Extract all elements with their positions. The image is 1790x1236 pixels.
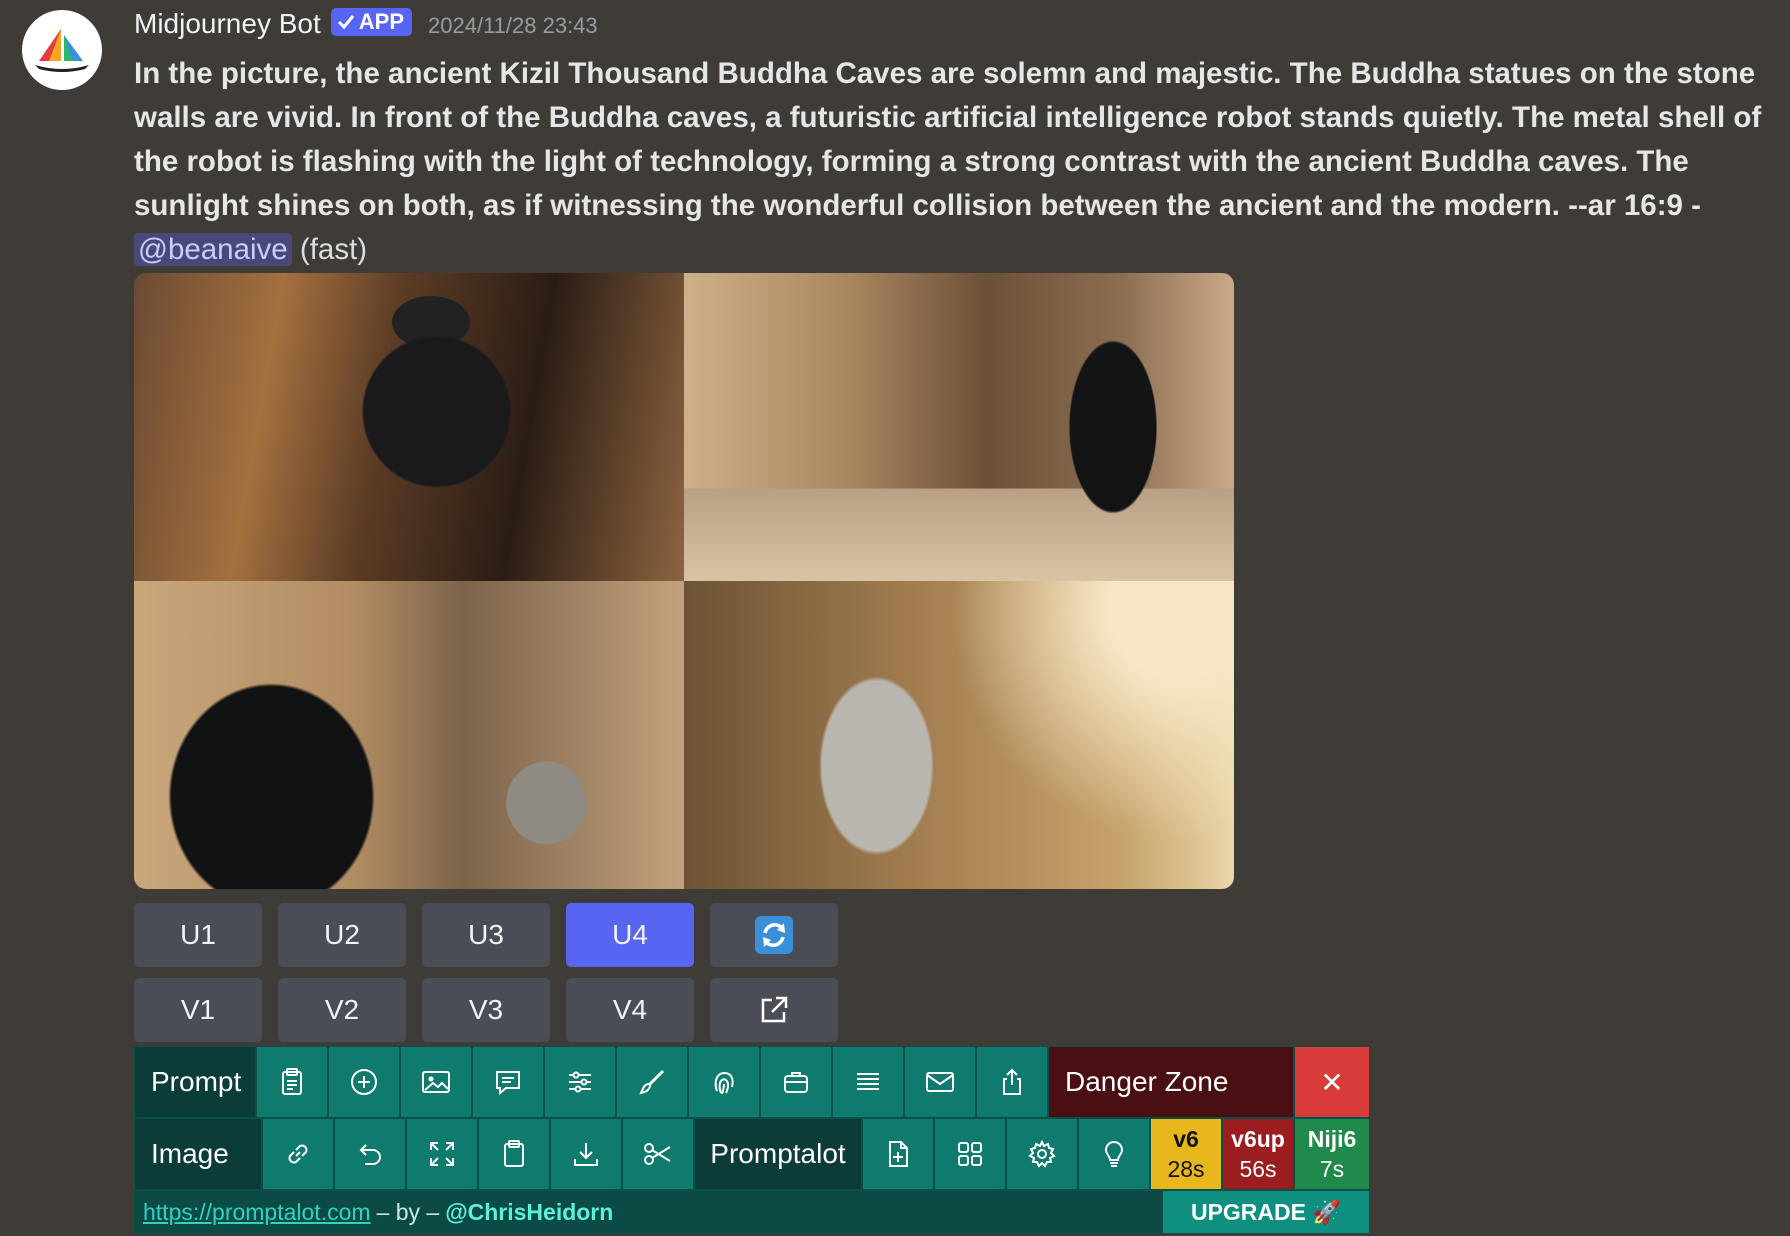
- clipboard-list-icon: [282, 1068, 302, 1095]
- v4-button[interactable]: V4: [566, 978, 694, 1042]
- settings-sliders-button[interactable]: [544, 1046, 616, 1118]
- u1-button[interactable]: U1: [134, 903, 262, 967]
- share-button[interactable]: [976, 1046, 1048, 1118]
- download-icon: [574, 1143, 598, 1166]
- brush-button[interactable]: [616, 1046, 688, 1118]
- undo-icon: [359, 1144, 381, 1165]
- add-button[interactable]: [328, 1046, 400, 1118]
- image-grid: [134, 273, 1234, 889]
- footer-credits: https://promptalot.com – by – @ChrisHeid…: [135, 1191, 1163, 1233]
- u2-button[interactable]: U2: [278, 903, 406, 967]
- link-button[interactable]: [262, 1118, 334, 1190]
- gear-icon: [1028, 1139, 1056, 1168]
- upscale-row: U1 U2 U3 U4: [134, 903, 838, 967]
- lines-icon: [857, 1073, 879, 1090]
- promptalot-link[interactable]: https://promptalot.com: [143, 1199, 371, 1226]
- v2-button[interactable]: V2: [278, 978, 406, 1042]
- expand-icon: [430, 1142, 454, 1166]
- brush-icon: [639, 1069, 665, 1095]
- download-button[interactable]: [550, 1118, 622, 1190]
- share-icon: [1003, 1068, 1021, 1095]
- briefcase-icon: [784, 1072, 808, 1093]
- prompt-body: In the picture, the ancient Kizil Thousa…: [134, 57, 1762, 222]
- footer-by: – by –: [376, 1198, 440, 1225]
- lightbulb-icon: [1104, 1141, 1124, 1167]
- app-badge-label: APP: [358, 9, 405, 34]
- chat-button[interactable]: [472, 1046, 544, 1118]
- grid-icon: [958, 1142, 982, 1166]
- fingerprint-button[interactable]: [688, 1046, 760, 1118]
- prompt-tab[interactable]: Prompt: [134, 1046, 256, 1118]
- link-icon: [288, 1144, 308, 1164]
- plus-circle-icon: [351, 1069, 377, 1095]
- model-v6up-name: v6up: [1231, 1126, 1285, 1152]
- promptalot-toolbar: Prompt Danger Zone ✕ Image Promptalot v6…: [134, 1046, 1370, 1234]
- toolbar-footer: https://promptalot.com – by – @ChrisHeid…: [134, 1190, 1370, 1234]
- clipboard-button[interactable]: [478, 1118, 550, 1190]
- mail-icon: [926, 1072, 954, 1092]
- chat-icon: [496, 1071, 520, 1096]
- speed-label: (fast): [299, 233, 368, 266]
- model-v6up-button[interactable]: v6up 56s: [1222, 1118, 1294, 1190]
- danger-zone-button[interactable]: Danger Zone: [1048, 1046, 1294, 1118]
- sliders-icon: [569, 1071, 591, 1093]
- clipboard-icon: [504, 1140, 524, 1167]
- message: Midjourney Bot APP 2024/11/28 23:43 In t…: [134, 8, 1764, 272]
- reroll-icon: [755, 916, 793, 954]
- model-v6-button[interactable]: v6 28s: [1150, 1118, 1222, 1190]
- list-button[interactable]: [832, 1046, 904, 1118]
- image-button[interactable]: [400, 1046, 472, 1118]
- model-niji6-name: Niji6: [1307, 1126, 1357, 1152]
- grid-button[interactable]: [934, 1118, 1006, 1190]
- bot-avatar[interactable]: [22, 10, 102, 90]
- close-button[interactable]: ✕: [1294, 1046, 1370, 1118]
- settings-button[interactable]: [1006, 1118, 1078, 1190]
- grid-image-2[interactable]: [684, 273, 1234, 581]
- reroll-button[interactable]: [710, 903, 838, 967]
- app-badge: APP: [330, 8, 413, 36]
- idea-button[interactable]: [1078, 1118, 1150, 1190]
- message-header: Midjourney Bot APP 2024/11/28 23:43: [134, 8, 1764, 48]
- new-file-button[interactable]: [862, 1118, 934, 1190]
- scissors-icon: [644, 1143, 671, 1165]
- copy-prompt-button[interactable]: [256, 1046, 328, 1118]
- image-icon: [422, 1071, 450, 1093]
- undo-button[interactable]: [334, 1118, 406, 1190]
- model-niji6-time: 7s: [1319, 1156, 1345, 1182]
- mail-button[interactable]: [904, 1046, 976, 1118]
- grid-image-4[interactable]: [684, 581, 1234, 889]
- toolbar-row-1: Prompt Danger Zone ✕: [134, 1046, 1370, 1118]
- v3-button[interactable]: V3: [422, 978, 550, 1042]
- close-icon: ✕: [1320, 1066, 1344, 1098]
- author-handle[interactable]: @ChrisHeidorn: [445, 1199, 613, 1226]
- timestamp: 2024/11/28 23:43: [428, 13, 598, 38]
- u4-button[interactable]: U4: [566, 903, 694, 967]
- sailboat-logo-icon: [35, 29, 89, 72]
- toolbar-row-2: Image Promptalot v6 28s v6up 56s Niji6 7…: [134, 1118, 1370, 1190]
- user-mention[interactable]: @beanaive: [134, 233, 292, 266]
- model-niji6-button[interactable]: Niji6 7s: [1294, 1118, 1370, 1190]
- prompt-text: In the picture, the ancient Kizil Thousa…: [134, 52, 1764, 272]
- upgrade-button[interactable]: UPGRADE 🚀: [1163, 1191, 1369, 1233]
- u3-button[interactable]: U3: [422, 903, 550, 967]
- author-name[interactable]: Midjourney Bot: [134, 8, 321, 40]
- v1-button[interactable]: V1: [134, 978, 262, 1042]
- fingerprint-icon: [714, 1072, 734, 1095]
- variation-row: V1 V2 V3 V4: [134, 978, 838, 1042]
- file-plus-icon: [889, 1141, 908, 1167]
- model-v6-name: v6: [1173, 1126, 1199, 1152]
- grid-image-1[interactable]: [134, 273, 684, 581]
- image-tab[interactable]: Image: [134, 1118, 262, 1190]
- model-v6-time: 28s: [1167, 1156, 1205, 1182]
- external-link-icon: [761, 996, 788, 1023]
- expand-button[interactable]: [406, 1118, 478, 1190]
- model-v6up-time: 56s: [1239, 1156, 1277, 1182]
- scissors-button[interactable]: [622, 1118, 694, 1190]
- grid-image-3[interactable]: [134, 581, 684, 889]
- promptalot-button[interactable]: Promptalot: [694, 1118, 862, 1190]
- open-external-button[interactable]: [710, 978, 838, 1042]
- checkmark-icon: [337, 15, 354, 30]
- briefcase-button[interactable]: [760, 1046, 832, 1118]
